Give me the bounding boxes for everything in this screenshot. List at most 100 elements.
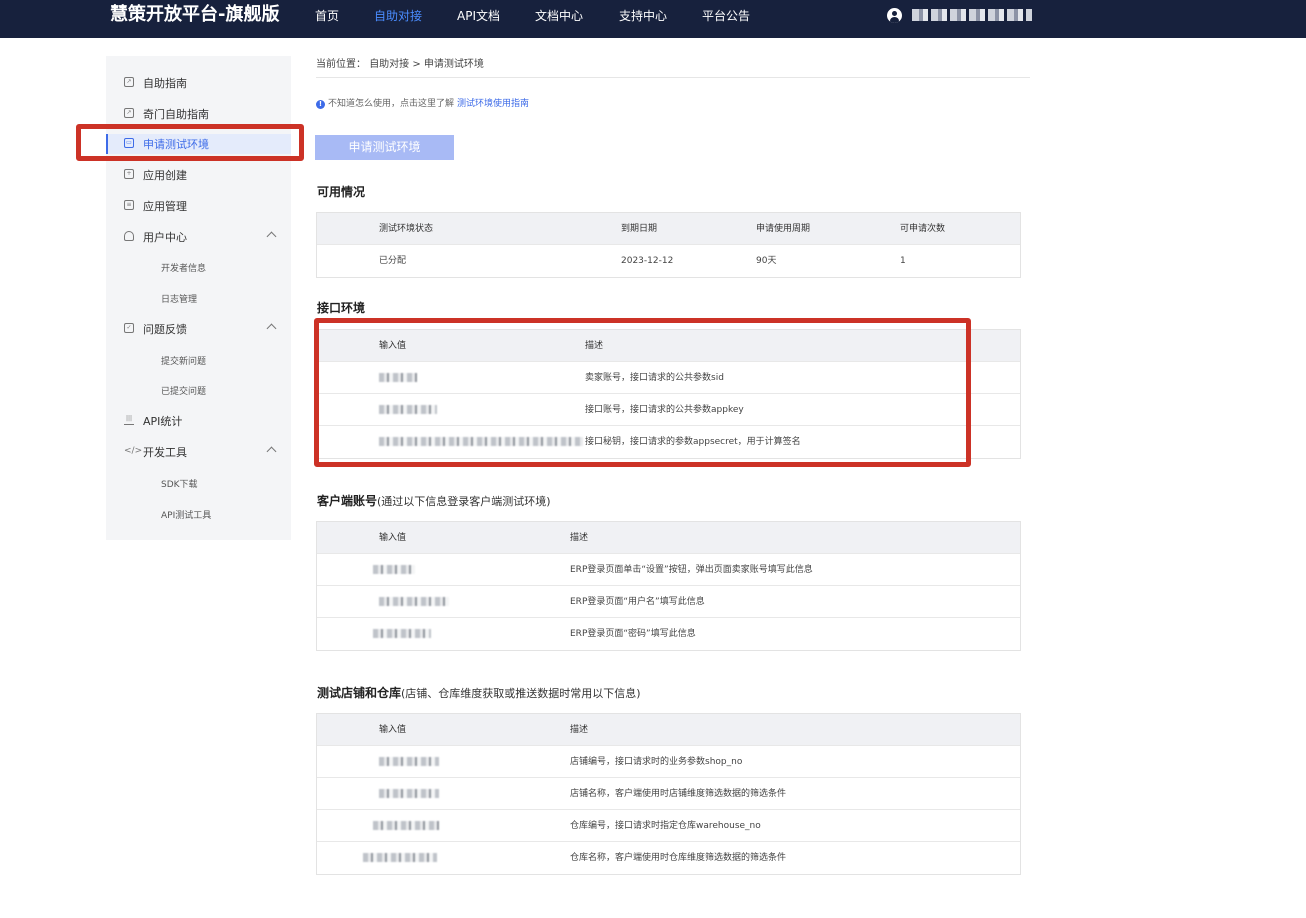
availability-table: 测试环境状态 到期日期 申请使用周期 可申请次数 已分配 2023-12-12 … bbox=[316, 212, 1021, 278]
sidebar-item-submitted-issues[interactable]: 已提交问题 bbox=[106, 380, 291, 400]
top-navigation-bar: 慧策开放平台-旗舰版 首页 自助对接 API文档 文档中心 支持中心 平台公告 … bbox=[0, 0, 1306, 38]
sidebar-item-label: 提交新问题 bbox=[161, 356, 207, 367]
table-row: x 店铺编号，接口请求时的业务参数shop_no bbox=[317, 746, 1020, 778]
sidebar-item-label: 已提交问题 bbox=[161, 386, 207, 397]
shop-warehouse-subtitle: (店铺、仓库维度获取或推送数据时常用以下信息) bbox=[401, 687, 641, 700]
sidebar-item-qimen-guide[interactable]: ↗ 奇门自助指南 bbox=[106, 104, 291, 124]
sidebar-item-api-test-tool[interactable]: API测试工具 bbox=[106, 504, 291, 524]
shop-warehouse-title: 测试店铺和仓库 bbox=[317, 686, 402, 700]
table-row: 已分配 2023-12-12 90天 1 bbox=[317, 245, 1020, 277]
user-menu[interactable]: x bbox=[887, 6, 1032, 24]
sidebar-item-label: API统计 bbox=[143, 415, 183, 428]
shop-warehouse-table: 输入值 描述 x 店铺编号，接口请求时的业务参数shop_no x 店铺名称，客… bbox=[316, 713, 1021, 875]
sidebar-item-guide[interactable]: ↗ 自助指南 bbox=[106, 73, 291, 93]
sidebar-item-developer-info[interactable]: 开发者信息 bbox=[106, 257, 291, 277]
code-icon: </> bbox=[124, 446, 143, 456]
nav-home[interactable]: 首页 bbox=[315, 8, 339, 24]
brand-title[interactable]: 慧策开放平台-旗舰版 bbox=[110, 4, 279, 26]
sidebar-item-sdk-download[interactable]: SDK下载 bbox=[106, 473, 291, 493]
breadcrumb-path[interactable]: 自助对接 > 申请测试环境 bbox=[369, 59, 484, 70]
table-header-row: 输入值 描述 bbox=[317, 714, 1020, 746]
sidebar-item-log-manage[interactable]: 日志管理 bbox=[106, 288, 291, 308]
app-create-icon: + bbox=[124, 169, 134, 179]
redacted-value[interactable]: x bbox=[379, 746, 439, 778]
hint-text: 不知道怎么使用，点击这里了解 bbox=[328, 99, 455, 109]
redacted-value[interactable]: x bbox=[373, 810, 439, 842]
usage-hint: ! 不知道怎么使用，点击这里了解 测试环境使用指南 bbox=[316, 98, 529, 111]
annotation-highlight-interface-env bbox=[314, 318, 971, 467]
user-name-redacted[interactable]: x bbox=[912, 9, 1032, 21]
nav-support-center[interactable]: 支持中心 bbox=[619, 8, 667, 24]
nav-doc-center[interactable]: 文档中心 bbox=[535, 8, 583, 24]
sidebar-item-label: 开发者信息 bbox=[161, 263, 207, 274]
redacted-value[interactable]: x bbox=[379, 778, 439, 810]
breadcrumb: 当前位置： 自助对接 > 申请测试环境 bbox=[316, 58, 484, 72]
chevron-up-icon[interactable] bbox=[266, 323, 277, 334]
sidebar-item-label: 开发工具 bbox=[143, 446, 187, 459]
sidebar-item-label: 问题反馈 bbox=[143, 323, 187, 336]
apply-test-env-button[interactable]: 申请测试环境 bbox=[315, 135, 454, 160]
user-avatar-icon[interactable] bbox=[887, 7, 902, 23]
sidebar-item-app-manage[interactable]: ≡ 应用管理 bbox=[106, 196, 291, 216]
redacted-value[interactable]: x bbox=[373, 554, 415, 586]
row-description: 仓库编号，接口请求时指定仓库warehouse_no bbox=[570, 821, 761, 831]
redacted-value[interactable]: x bbox=[379, 586, 449, 618]
sidebar-item-label: 应用创建 bbox=[143, 169, 187, 182]
sidebar-item-user-center[interactable]: 用户中心 bbox=[106, 227, 291, 247]
table-row: x ERP登录页面“密码”填写此信息 bbox=[317, 618, 1020, 650]
client-account-subtitle: (通过以下信息登录客户端测试环境) bbox=[377, 495, 551, 508]
divider bbox=[316, 77, 1030, 78]
sidebar-item-api-stats[interactable]: ||| API统计 bbox=[106, 411, 291, 431]
table-row: x 仓库编号，接口请求时指定仓库warehouse_no bbox=[317, 810, 1020, 842]
sidebar-item-label: SDK下载 bbox=[161, 479, 198, 490]
sidebar-item-label: 日志管理 bbox=[161, 294, 198, 305]
breadcrumb-prefix: 当前位置： bbox=[316, 59, 366, 70]
shop-warehouse-section-title: 测试店铺和仓库(店铺、仓库维度获取或推送数据时常用以下信息) bbox=[317, 685, 641, 702]
guide-icon: ↗ bbox=[124, 77, 134, 87]
table-row: x 店铺名称，客户端使用时店铺维度筛选数据的筛选条件 bbox=[317, 778, 1020, 810]
client-account-title: 客户端账号 bbox=[317, 494, 378, 508]
redacted-value[interactable]: x bbox=[363, 842, 437, 874]
row-description: 店铺编号，接口请求时的业务参数shop_no bbox=[570, 757, 743, 767]
user-icon bbox=[124, 231, 134, 241]
annotation-highlight-sidebar bbox=[76, 124, 304, 161]
env-status: 已分配 bbox=[379, 256, 407, 266]
chart-icon: ||| bbox=[124, 415, 134, 425]
chevron-up-icon[interactable] bbox=[266, 231, 277, 242]
nav-api-docs[interactable]: API文档 bbox=[457, 8, 500, 24]
test-env-guide-link[interactable]: 测试环境使用指南 bbox=[457, 98, 529, 111]
column-header: 输入值 bbox=[379, 533, 407, 543]
column-header: 输入值 bbox=[379, 725, 407, 735]
row-description: ERP登录页面单击“设置”按钮，弹出页面卖家账号填写此信息 bbox=[570, 565, 813, 575]
sidebar-item-app-create[interactable]: + 应用创建 bbox=[106, 165, 291, 185]
table-header-row: 输入值 描述 bbox=[317, 522, 1020, 554]
sidebar-item-feedback[interactable]: ✓ 问题反馈 bbox=[106, 319, 291, 339]
table-row: x 仓库名称，客户端使用时仓库维度筛选数据的筛选条件 bbox=[317, 842, 1020, 874]
column-header: 描述 bbox=[570, 533, 589, 543]
feedback-icon: ✓ bbox=[124, 323, 134, 333]
expiry-date: 2023-12-12 bbox=[621, 256, 674, 266]
client-account-table: 输入值 描述 x ERP登录页面单击“设置”按钮，弹出页面卖家账号填写此信息 x… bbox=[316, 521, 1021, 651]
sidebar-item-dev-tools[interactable]: </> 开发工具 bbox=[106, 442, 291, 462]
nav-announcements[interactable]: 平台公告 bbox=[702, 8, 750, 24]
sidebar-item-label: 应用管理 bbox=[143, 200, 187, 213]
usage-period: 90天 bbox=[756, 256, 777, 266]
column-header: 测试环境状态 bbox=[379, 224, 434, 234]
sidebar-item-label: 自助指南 bbox=[143, 77, 187, 90]
column-header: 申请使用周期 bbox=[756, 224, 811, 234]
app-manage-icon: ≡ bbox=[124, 200, 134, 210]
row-description: 店铺名称，客户端使用时店铺维度筛选数据的筛选条件 bbox=[570, 789, 787, 799]
row-description: ERP登录页面“用户名”填写此信息 bbox=[570, 597, 705, 607]
nav-self-service[interactable]: 自助对接 bbox=[374, 8, 422, 24]
table-row: x ERP登录页面单击“设置”按钮，弹出页面卖家账号填写此信息 bbox=[317, 554, 1020, 586]
row-description: 仓库名称，客户端使用时仓库维度筛选数据的筛选条件 bbox=[570, 853, 787, 863]
client-account-section-title: 客户端账号(通过以下信息登录客户端测试环境) bbox=[317, 493, 551, 510]
sidebar-item-submit-issue[interactable]: 提交新问题 bbox=[106, 350, 291, 370]
availability-section-title: 可用情况 bbox=[317, 185, 366, 199]
sidebar-item-label: API测试工具 bbox=[161, 510, 212, 521]
row-description: ERP登录页面“密码”填写此信息 bbox=[570, 629, 696, 639]
chevron-up-icon[interactable] bbox=[266, 446, 277, 457]
info-icon: ! bbox=[316, 100, 325, 109]
redacted-value[interactable]: x bbox=[373, 618, 431, 650]
guide-icon: ↗ bbox=[124, 108, 134, 118]
